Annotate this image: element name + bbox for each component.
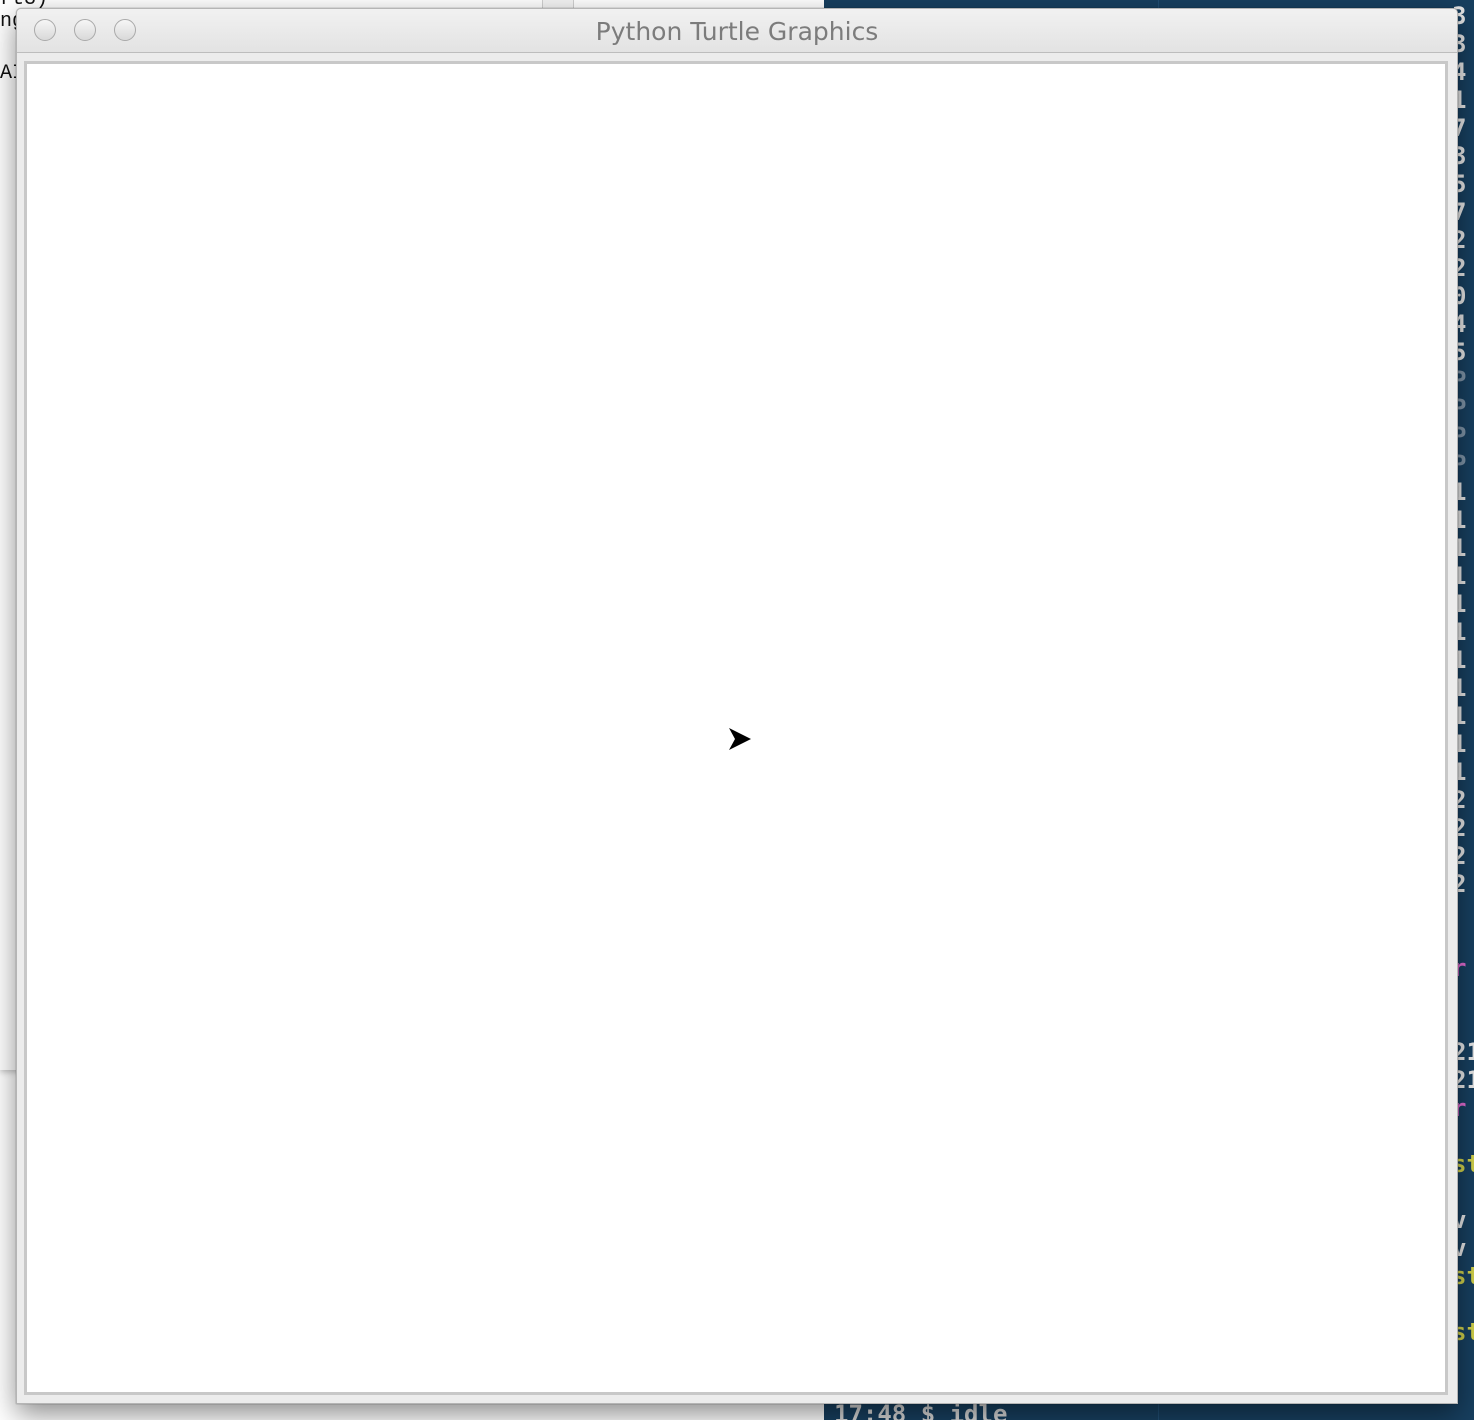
window-title: Python Turtle Graphics bbox=[595, 17, 879, 46]
window-titlebar[interactable]: Python Turtle Graphics bbox=[17, 9, 1457, 53]
turtle-canvas[interactable] bbox=[24, 61, 1448, 1395]
turtle-graphics-window[interactable]: Python Turtle Graphics bbox=[16, 8, 1458, 1404]
turtle-arrow-icon bbox=[729, 728, 751, 750]
desktop: rt3) ng AI 3 3 4 1 7 3 5 7 2 2 0 4 5 P P… bbox=[0, 0, 1474, 1420]
